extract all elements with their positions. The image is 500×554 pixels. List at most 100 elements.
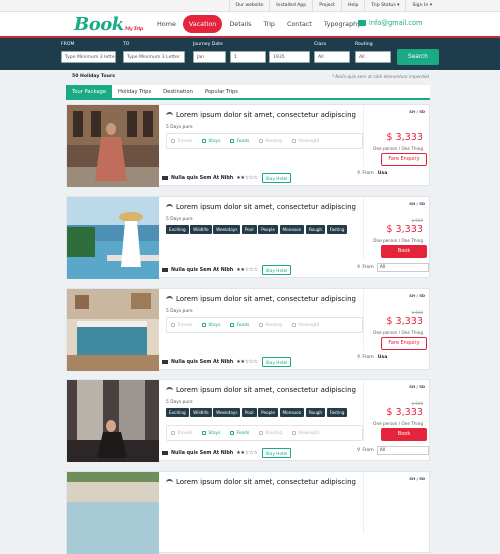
price-unit: One person / One Thing [373, 421, 423, 426]
to-input[interactable]: Type Minimum 3 Letter [123, 51, 185, 63]
tag-chip[interactable]: Rough [305, 225, 326, 234]
amenity-travels: Travels [171, 323, 192, 328]
fare-enquiry-button[interactable]: Fare Enquiry [381, 337, 427, 350]
tour-card: Lorem ipsum dolor sit amet, consectetur … [66, 104, 430, 187]
tab-destination[interactable]: Destination [157, 85, 199, 98]
duration-badge: SH / 5D [409, 476, 425, 481]
nav-trip[interactable]: Trip [259, 15, 280, 33]
year-select[interactable]: 1935 [269, 51, 310, 63]
tab-holiday-trips[interactable]: Holiday Trips [112, 85, 157, 98]
topbar-help[interactable]: Help [340, 0, 364, 12]
stay-hotel-button[interactable]: Stay Hotel [261, 265, 292, 275]
tour-price: $ 3,333 [386, 407, 423, 418]
umbrella-icon [166, 478, 173, 486]
hotel-name: Nulla quis Sem At Nibh [171, 359, 234, 365]
tour-photo[interactable] [67, 197, 159, 279]
tag-chip[interactable]: Monsoon [279, 408, 305, 417]
tour-price: $ 3,333 [386, 316, 423, 327]
amenity-stays: Stays [202, 431, 220, 436]
hotel-name: Nulla quis Sem At Nibh [171, 175, 234, 181]
nav-contact[interactable]: Contact [282, 15, 317, 33]
tag-chip[interactable]: Fasting [326, 408, 348, 417]
tour-title[interactable]: Lorem ipsum dolor sit amet, consectetur … [166, 203, 356, 211]
tag-chip[interactable]: Exciting [166, 225, 189, 234]
foods-icon [230, 431, 235, 435]
journey-date-label: Journey Date [193, 42, 223, 47]
tour-photo[interactable] [67, 380, 159, 462]
stay-hotel-button[interactable]: Stay Hotel [261, 448, 292, 458]
from-select[interactable]: All [376, 263, 429, 272]
topbar-trip-status[interactable]: Trip Status ▾ [364, 0, 405, 12]
from-select[interactable]: All [376, 446, 429, 455]
site-logo[interactable]: Book My Trip [74, 14, 146, 35]
tag-chip[interactable]: People [258, 408, 279, 417]
tag-chip[interactable]: People [258, 225, 279, 234]
nav-details[interactable]: Details [224, 15, 256, 33]
amenity-viewsight: Viewsight [292, 431, 319, 436]
nav-vacation[interactable]: Vacation [182, 15, 223, 33]
from-label: From [362, 355, 374, 360]
viewsight-icon [292, 431, 297, 435]
tab-popular-trips[interactable]: Popular Trips [199, 85, 244, 98]
old-price: $ 500 [411, 310, 423, 315]
amenity-travels: Travels [171, 431, 192, 436]
hotel-row: Nulla quis Sem At Nibh ★★☆☆☆ Stay Hotel [162, 357, 430, 367]
tour-title[interactable]: Lorem ipsum dolor sit amet, consectetur … [166, 386, 356, 394]
tag-chip[interactable]: Wildlife [190, 408, 212, 417]
fare-enquiry-button[interactable]: Fare Enquiry [381, 153, 427, 166]
old-price: $ 500 [411, 218, 423, 223]
topbar-sign-in[interactable]: Sign In ▾ [405, 0, 438, 12]
nav-home[interactable]: Home [152, 15, 181, 33]
tag-chip[interactable]: Rough [305, 408, 326, 417]
month-select[interactable]: Jan [193, 51, 226, 63]
routing-select[interactable]: All [355, 51, 391, 63]
results-note: * Nulla quis sem at nibh elementum imper… [332, 74, 430, 79]
tour-title[interactable]: Lorem ipsum dolor sit amet, consectetur … [166, 111, 356, 119]
tour-photo[interactable] [67, 289, 159, 371]
mail-icon [358, 20, 366, 26]
book-button[interactable]: Book [381, 245, 427, 258]
tour-photo[interactable] [67, 105, 159, 187]
class-label: Class [314, 42, 327, 47]
tag-chip[interactable]: Pool [241, 225, 257, 234]
tag-chip[interactable]: Fasting [326, 225, 348, 234]
from-input[interactable]: Type Minimum 3 letter [61, 51, 116, 63]
tag-chip[interactable]: Weekdays [213, 225, 241, 234]
amenities-row: Travels Stays Foods Routing Viewsight [166, 133, 363, 149]
topbar-installed-app[interactable]: Installed App [269, 0, 312, 12]
results-count: 50 Holiday Tours [72, 74, 115, 79]
top-utility-bar: Our website Installed App Project Help T… [0, 0, 500, 12]
tour-photo[interactable] [67, 472, 159, 554]
tag-chip[interactable]: Pool [241, 408, 257, 417]
tag-chip[interactable]: Wildlife [190, 225, 212, 234]
amenities-row: Travels Stays Foods Routing Viewsight [166, 317, 363, 333]
price-panel: SH / 5D $ 500 $ 3,333 One person / One Thin… [363, 289, 431, 351]
bed-icon [162, 268, 168, 272]
search-button[interactable]: Search [397, 49, 439, 65]
header-email[interactable]: info@gmail.com [358, 19, 422, 27]
day-select[interactable]: 1 [230, 51, 266, 63]
tag-chip[interactable]: Monsoon [279, 225, 305, 234]
tab-tour-package[interactable]: Tour Package [66, 85, 113, 98]
stay-hotel-button[interactable]: Stay Hotel [261, 173, 292, 183]
book-button[interactable]: Book [381, 428, 427, 441]
from-selector: ⚲ From All [357, 446, 429, 455]
viewsight-icon [292, 323, 297, 327]
travels-icon [171, 323, 175, 327]
topbar-project[interactable]: Project [312, 0, 341, 12]
topbar-our-website[interactable]: Our website [228, 0, 270, 12]
class-select[interactable]: All [314, 51, 350, 63]
duration-badge: SH / 5D [409, 201, 425, 206]
duration-badge: SH / 5D [409, 109, 425, 114]
tag-chip[interactable]: Exciting [166, 408, 189, 417]
tag-chip[interactable]: Weekdays [213, 408, 241, 417]
from-label: From [362, 171, 374, 176]
tour-title[interactable]: Lorem ipsum dolor sit amet, consectetur … [166, 478, 356, 486]
amenity-label: Travels [177, 430, 193, 436]
routing-icon [259, 139, 264, 143]
from-value: Usa [377, 171, 388, 176]
location-icon: ⚲ [357, 355, 361, 360]
stays-icon [202, 431, 207, 435]
tour-title[interactable]: Lorem ipsum dolor sit amet, consectetur … [166, 295, 356, 303]
stay-hotel-button[interactable]: Stay Hotel [261, 357, 292, 367]
